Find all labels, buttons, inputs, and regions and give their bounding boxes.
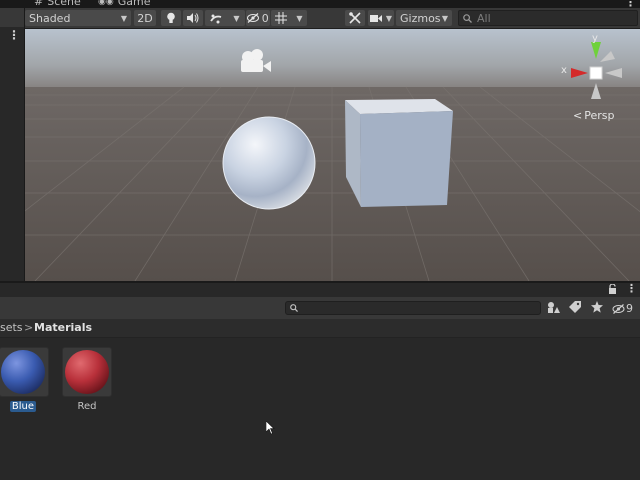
hidden-packages-count: 9 bbox=[626, 302, 633, 315]
camera-dropdown[interactable]: ▼ bbox=[368, 10, 394, 26]
chevron-down-icon: ▼ bbox=[296, 13, 303, 23]
chevron-down-icon: ▼ bbox=[233, 13, 240, 23]
star-icon bbox=[591, 301, 603, 313]
2d-toggle-label: 2D bbox=[137, 11, 153, 25]
mouse-cursor-icon bbox=[266, 421, 275, 435]
eye-off-icon bbox=[612, 303, 625, 314]
breadcrumb-separator: > bbox=[24, 321, 34, 334]
video-camera-icon bbox=[369, 14, 382, 22]
chevron-down-icon: ▼ bbox=[120, 13, 127, 23]
asset-thumbnail-blue[interactable] bbox=[0, 347, 49, 397]
asset-item-red[interactable]: Red bbox=[62, 401, 112, 412]
gizmos-dropdown[interactable]: Gizmos ▼ bbox=[396, 10, 452, 26]
grid-dropdown[interactable]: ▼ bbox=[271, 10, 307, 26]
lighting-toggle-button[interactable] bbox=[161, 10, 181, 26]
sphere-object[interactable] bbox=[222, 116, 316, 210]
tools-button[interactable] bbox=[345, 10, 365, 26]
hidden-count: 0 bbox=[261, 11, 269, 25]
speaker-icon bbox=[187, 13, 199, 23]
chevron-down-icon: ▼ bbox=[441, 13, 448, 23]
project-menu-icon[interactable]: ⋮ bbox=[626, 282, 637, 295]
shading-mode-dropdown[interactable]: Shaded ▼ bbox=[25, 10, 131, 26]
filter-by-label-button[interactable] bbox=[569, 301, 581, 313]
tools-icon bbox=[349, 12, 361, 24]
projection-toggle[interactable]: < Persp bbox=[573, 109, 614, 122]
lightbulb-icon bbox=[167, 12, 175, 23]
shading-mode-label: Shaded bbox=[29, 11, 71, 25]
hierarchy-menu-icon[interactable]: ⋮ bbox=[8, 28, 20, 42]
tab-scene-label: Scene bbox=[47, 0, 81, 8]
effects-icon bbox=[210, 14, 222, 23]
lock-icon[interactable] bbox=[608, 284, 617, 294]
project-search-field[interactable] bbox=[285, 301, 541, 315]
chevron-down-icon: ▼ bbox=[385, 13, 393, 23]
search-icon bbox=[463, 13, 472, 23]
tag-icon bbox=[569, 301, 581, 313]
hash-icon: # bbox=[34, 0, 44, 8]
asset-name-blue[interactable]: Blue bbox=[9, 401, 37, 412]
breadcrumb-current[interactable]: Materials bbox=[34, 321, 92, 334]
breadcrumb-parent[interactable]: sets bbox=[0, 321, 23, 334]
search-icon bbox=[290, 304, 298, 312]
filter-type-icon bbox=[548, 302, 560, 313]
eye-off-icon bbox=[247, 13, 260, 23]
effects-dropdown[interactable]: ▼ bbox=[205, 10, 245, 26]
axis-x-label: x bbox=[561, 65, 567, 76]
projection-label: Persp bbox=[584, 109, 615, 122]
scene-view[interactable]: y x < Persp bbox=[25, 29, 640, 281]
asset-thumbnail-red[interactable] bbox=[62, 347, 112, 397]
2d-toggle-button[interactable]: 2D bbox=[134, 10, 156, 26]
hierarchy-panel bbox=[0, 8, 25, 283]
scene-search-placeholder: All bbox=[477, 11, 491, 25]
scene-search-field[interactable]: All bbox=[458, 10, 638, 26]
favorites-button[interactable] bbox=[591, 301, 603, 313]
tab-scene[interactable]: # Scene bbox=[34, 0, 81, 8]
asset-item-blue[interactable]: Blue bbox=[0, 401, 48, 412]
breadcrumb: sets > Materials bbox=[0, 319, 640, 338]
gizmos-label: Gizmos bbox=[400, 11, 441, 25]
axis-y-label: y bbox=[592, 33, 598, 44]
hierarchy-toolbar bbox=[0, 8, 24, 27]
scene-visibility-toggle[interactable]: 0 bbox=[246, 10, 270, 26]
scene-toolbar: Shaded ▼ 2D ▼ 0 ▼ ▼ Gizmos ▼ All bbox=[25, 8, 640, 29]
tab-game-label: Game bbox=[117, 0, 151, 8]
grid-icon bbox=[275, 12, 288, 24]
asset-grid: Blue Red bbox=[0, 338, 640, 480]
filter-by-type-button[interactable] bbox=[547, 301, 560, 314]
asset-name-red[interactable]: Red bbox=[78, 401, 97, 412]
editor-tab-strip bbox=[0, 0, 640, 8]
gizmo-center-cube[interactable] bbox=[589, 66, 603, 80]
project-search-input[interactable] bbox=[300, 302, 536, 314]
cube-object[interactable] bbox=[345, 99, 453, 207]
audio-toggle-button[interactable] bbox=[183, 10, 203, 26]
material-sphere-icon bbox=[1, 350, 45, 394]
gamepad-icon: ◉◉ bbox=[98, 0, 114, 7]
tab-game[interactable]: ◉◉ Game bbox=[98, 0, 150, 8]
scene-viewport[interactable] bbox=[25, 29, 640, 281]
material-sphere-icon bbox=[65, 350, 109, 394]
perspective-chevron-icon: < bbox=[573, 109, 583, 122]
project-panel-header bbox=[0, 283, 640, 297]
hidden-packages-toggle[interactable]: 9 bbox=[612, 302, 633, 315]
